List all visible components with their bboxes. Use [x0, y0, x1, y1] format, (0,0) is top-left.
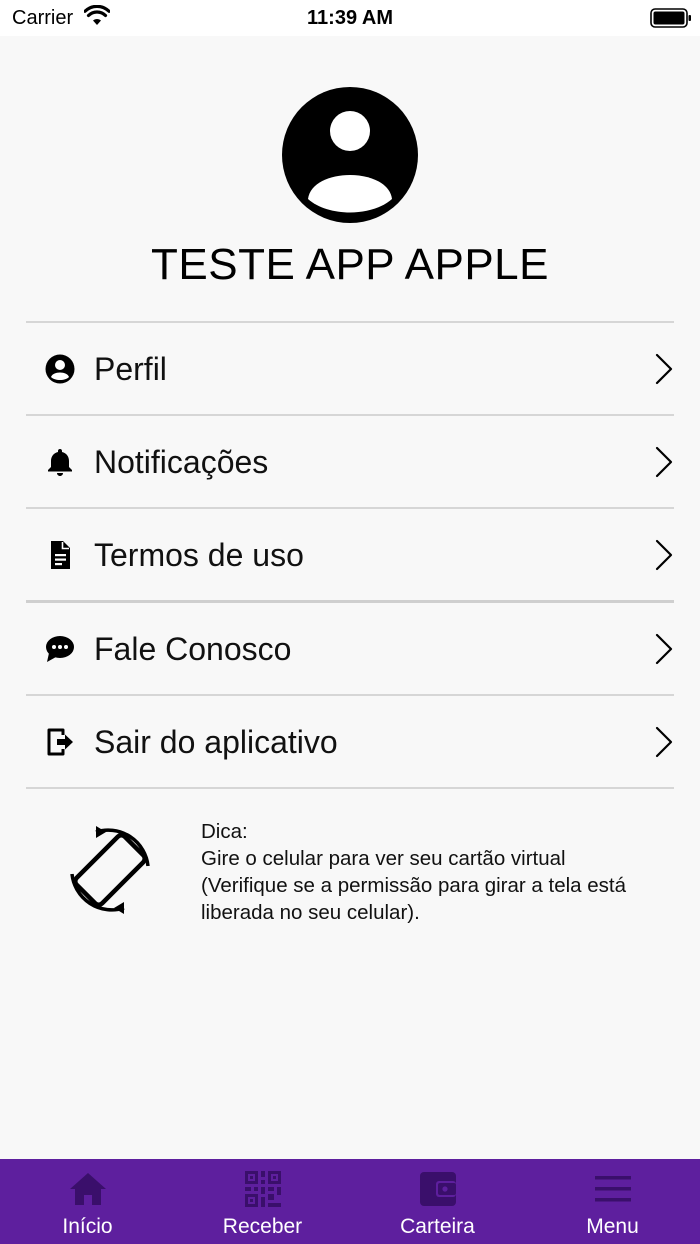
- chevron-right-icon: [655, 446, 673, 478]
- tab-inicio[interactable]: Início: [0, 1159, 175, 1244]
- tip-line: Gire o celular para ver seu cartão virtu…: [201, 847, 566, 870]
- tab-label: Receber: [222, 1215, 303, 1238]
- logout-icon: [47, 728, 73, 756]
- home-icon: [69, 1173, 106, 1205]
- wallet-icon: [419, 1172, 456, 1206]
- tab-carteira[interactable]: Carteira: [350, 1159, 525, 1244]
- tab-label: Carteira: [400, 1215, 475, 1238]
- status-bar: Carrier 11:39 AM: [0, 0, 700, 36]
- tab-label: Início: [62, 1215, 113, 1238]
- tip-title: Dica:: [201, 820, 248, 843]
- account-circle-icon: [45, 354, 75, 384]
- settings-menu: Perfil Notificações Termos de uso Fale C…: [26, 321, 674, 789]
- tab-label: Menu: [586, 1215, 639, 1238]
- bell-icon: [48, 449, 72, 476]
- menu-item-label: Notificações: [94, 444, 269, 480]
- chat-bubble-icon: [46, 636, 74, 662]
- chevron-right-icon: [655, 353, 673, 385]
- hamburger-menu-icon: [594, 1176, 631, 1202]
- tab-bar: Início Receber Carteira Menu: [0, 1159, 700, 1244]
- menu-item-perfil[interactable]: Perfil: [26, 323, 674, 414]
- tab-menu[interactable]: Menu: [525, 1159, 700, 1244]
- tip-line: liberada no seu celular).: [201, 901, 420, 924]
- menu-item-termos[interactable]: Termos de uso: [26, 509, 674, 600]
- menu-item-label: Perfil: [94, 351, 167, 387]
- tab-receber[interactable]: Receber: [175, 1159, 350, 1244]
- menu-item-fale-conosco[interactable]: Fale Conosco: [26, 603, 674, 694]
- document-icon: [51, 541, 70, 569]
- screen-rotation-icon: [70, 826, 150, 914]
- chevron-right-icon: [655, 726, 673, 758]
- user-name: TESTE APP APPLE: [151, 240, 549, 289]
- chevron-right-icon: [655, 539, 673, 571]
- rotation-tip: Dica: Gire o celular para ver seu cartão…: [201, 818, 681, 926]
- menu-item-label: Fale Conosco: [94, 631, 292, 667]
- menu-item-label: Termos de uso: [94, 537, 304, 573]
- user-circle-icon: [282, 87, 418, 223]
- qr-code-icon: [244, 1171, 281, 1207]
- screen: Carrier 11:39 AM TESTE APP APPLE Perfil …: [0, 0, 700, 1244]
- divider: [26, 787, 674, 789]
- battery-icon: [650, 8, 691, 28]
- menu-item-sair[interactable]: Sair do aplicativo: [26, 696, 674, 787]
- menu-item-notificacoes[interactable]: Notificações: [26, 416, 674, 507]
- tip-line: (Verifique se a permissão para girar a t…: [201, 874, 627, 897]
- status-time: 11:39 AM: [307, 7, 393, 29]
- chevron-right-icon: [655, 633, 673, 665]
- menu-item-label: Sair do aplicativo: [94, 724, 338, 760]
